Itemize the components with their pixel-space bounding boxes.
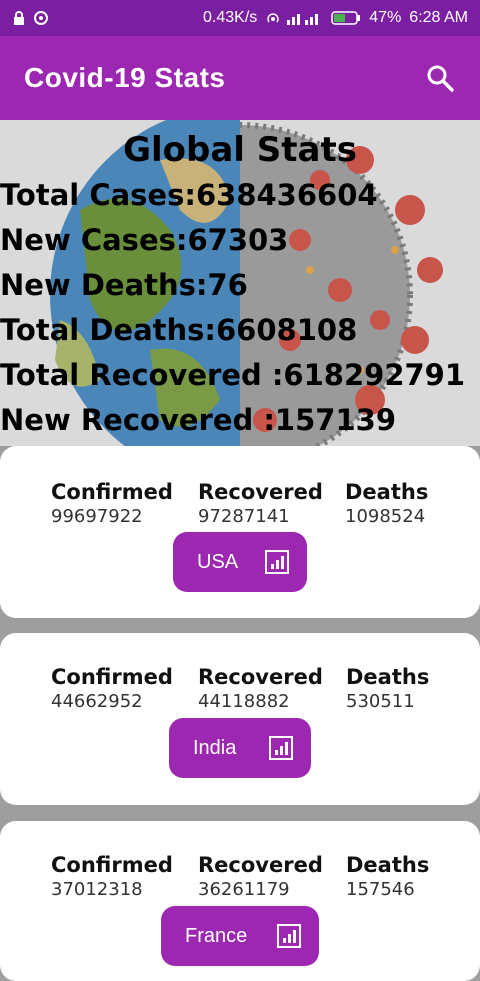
deaths-value: 530511 xyxy=(346,691,415,712)
lock-icon xyxy=(12,11,26,25)
confirmed-value: 44662952 xyxy=(51,691,143,712)
confirmed-column: Confirmed 44662952 xyxy=(51,665,173,712)
network-speed: 0.43K/s xyxy=(203,9,258,26)
clock: 6:28 AM xyxy=(409,9,468,26)
country-card-france[interactable]: Confirmed 37012318 Recovered 36261179 De… xyxy=(0,821,480,981)
deaths-column: Deaths 1098524 xyxy=(345,480,428,527)
new-recovered-line: New Recovered :157139 xyxy=(0,403,397,437)
bar-chart-icon xyxy=(275,922,303,950)
country-button-india[interactable]: India xyxy=(169,718,311,778)
country-name: France xyxy=(185,924,248,947)
search-button[interactable] xyxy=(424,62,456,94)
recovered-label: Recovered xyxy=(198,480,323,504)
deaths-column: Deaths 157546 xyxy=(346,853,429,900)
recovered-label: Recovered xyxy=(198,853,323,877)
confirmed-label: Confirmed xyxy=(51,665,173,689)
new-cases-line: New Cases:67303 xyxy=(0,223,289,257)
target-icon xyxy=(34,11,48,25)
country-button-usa[interactable]: USA xyxy=(173,532,307,592)
deaths-column: Deaths 530511 xyxy=(346,665,429,712)
recovered-value: 97287141 xyxy=(198,506,290,527)
status-bar: 0.43K/s 47% 6:28 AM xyxy=(0,0,480,36)
deaths-label: Deaths xyxy=(346,665,430,689)
app-title: Covid-19 Stats xyxy=(24,62,226,93)
confirmed-column: Confirmed 37012318 xyxy=(51,853,173,900)
total-recovered-line: Total Recovered :618292791 xyxy=(0,358,466,392)
deaths-label: Deaths xyxy=(345,480,429,504)
deaths-value: 1098524 xyxy=(345,506,426,527)
recovered-column: Recovered 44118882 xyxy=(198,665,323,712)
country-button-france[interactable]: France xyxy=(161,906,319,966)
confirmed-value: 99697922 xyxy=(51,506,143,527)
country-name: India xyxy=(193,736,237,759)
new-deaths-line: New Deaths:76 xyxy=(0,268,248,302)
total-deaths-line: Total Deaths:6608108 xyxy=(0,313,358,347)
recovered-value: 36261179 xyxy=(198,879,290,900)
country-card-india[interactable]: Confirmed 44662952 Recovered 44118882 De… xyxy=(0,633,480,805)
recovered-value: 44118882 xyxy=(198,691,290,712)
hotspot-icon xyxy=(265,11,279,25)
deaths-value: 157546 xyxy=(346,879,415,900)
confirmed-value: 37012318 xyxy=(51,879,143,900)
global-stats-title: Global Stats xyxy=(123,130,357,170)
bar-chart-icon xyxy=(267,734,295,762)
confirmed-column: Confirmed 99697922 xyxy=(51,480,173,527)
battery-icon xyxy=(331,11,361,25)
bar-chart-icon xyxy=(263,548,291,576)
deaths-label: Deaths xyxy=(346,853,430,877)
global-stats-panel: Global Stats Total Cases:638436604 New C… xyxy=(0,120,480,446)
country-name: USA xyxy=(197,550,239,573)
total-cases-line: Total Cases:638436604 xyxy=(0,178,378,212)
search-icon xyxy=(427,65,454,92)
recovered-label: Recovered xyxy=(198,665,323,689)
recovered-column: Recovered 97287141 xyxy=(198,480,323,527)
confirmed-label: Confirmed xyxy=(51,480,173,504)
app-bar: Covid-19 Stats xyxy=(0,36,480,120)
confirmed-label: Confirmed xyxy=(51,853,173,877)
signal-icon xyxy=(287,11,323,25)
recovered-column: Recovered 36261179 xyxy=(198,853,323,900)
country-card-usa[interactable]: Confirmed 99697922 Recovered 97287141 De… xyxy=(0,446,480,618)
battery-level: 47% xyxy=(369,9,402,26)
